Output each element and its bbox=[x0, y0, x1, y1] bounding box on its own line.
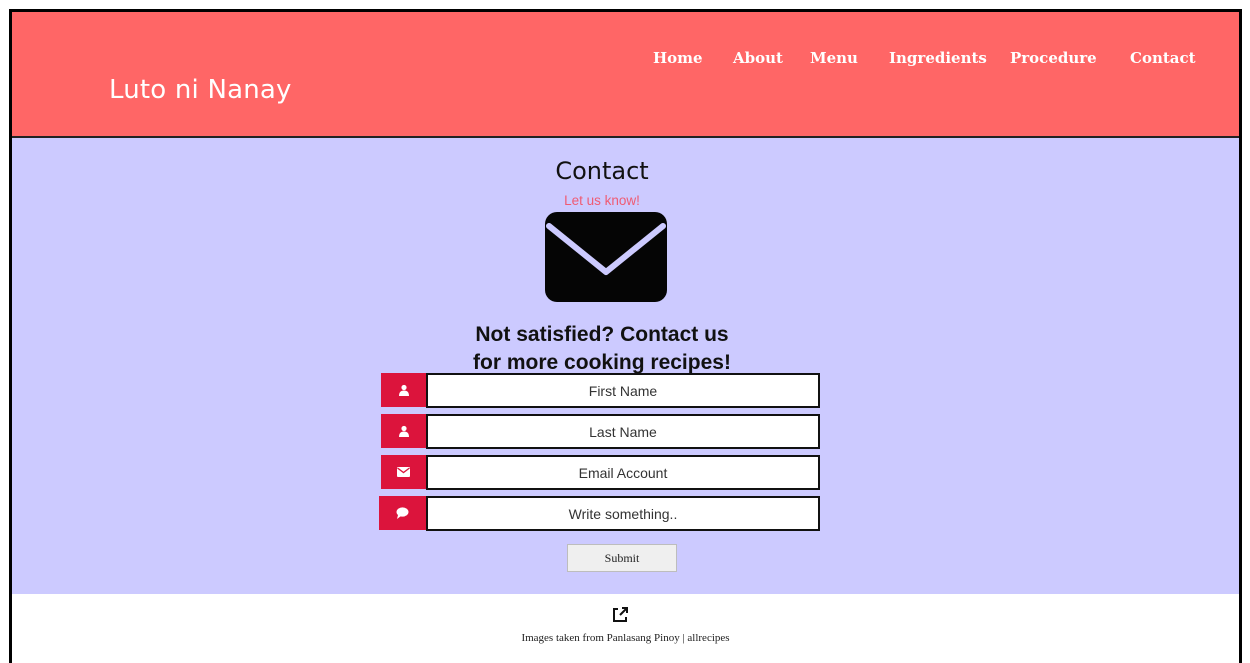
user-icon bbox=[381, 414, 426, 448]
contact-tagline: Not satisfied? Contact us for more cooki… bbox=[392, 321, 812, 377]
message-row bbox=[379, 496, 820, 531]
nav-menu[interactable]: Menu bbox=[810, 49, 858, 67]
email-field-box bbox=[426, 455, 820, 490]
contact-section: Contact Let us know! Not satisfied? Cont… bbox=[12, 138, 1239, 594]
page-title: Contact bbox=[555, 157, 649, 185]
nav-procedure[interactable]: Procedure bbox=[1010, 49, 1097, 67]
message-field-box bbox=[426, 496, 820, 531]
first-name-input[interactable] bbox=[428, 375, 818, 406]
nav-home[interactable]: Home bbox=[653, 49, 703, 67]
first-name-field-box bbox=[426, 373, 820, 408]
first-name-row bbox=[381, 373, 821, 408]
message-input[interactable] bbox=[428, 498, 818, 529]
nav-about[interactable]: About bbox=[733, 49, 783, 67]
external-link-icon[interactable] bbox=[611, 606, 629, 624]
envelope-icon bbox=[381, 455, 426, 489]
email-row bbox=[381, 455, 821, 490]
nav-ingredients[interactable]: Ingredients bbox=[889, 49, 987, 67]
last-name-row bbox=[381, 414, 821, 449]
page-subtitle: Let us know! bbox=[564, 193, 640, 208]
envelope-icon bbox=[545, 212, 667, 302]
user-icon bbox=[381, 373, 426, 407]
tagline-line-1: Not satisfied? Contact us bbox=[475, 323, 729, 346]
main-nav: Home About Menu Ingredients Procedure Co… bbox=[12, 49, 1239, 73]
email-input[interactable] bbox=[428, 457, 818, 488]
last-name-input[interactable] bbox=[428, 416, 818, 447]
image-credit: Images taken from Panlasang Pinoy | allr… bbox=[521, 632, 730, 644]
brand-logo[interactable]: Luto ni Nanay bbox=[109, 75, 292, 105]
submit-button[interactable]: Submit bbox=[567, 544, 677, 572]
page-frame: Luto ni Nanay Home About Menu Ingredient… bbox=[9, 9, 1242, 663]
nav-contact[interactable]: Contact bbox=[1130, 49, 1196, 67]
site-footer: Images taken from Panlasang Pinoy | allr… bbox=[12, 594, 1239, 663]
comment-icon bbox=[379, 496, 426, 530]
site-header: Luto ni Nanay Home About Menu Ingredient… bbox=[12, 12, 1239, 138]
last-name-field-box bbox=[426, 414, 820, 449]
